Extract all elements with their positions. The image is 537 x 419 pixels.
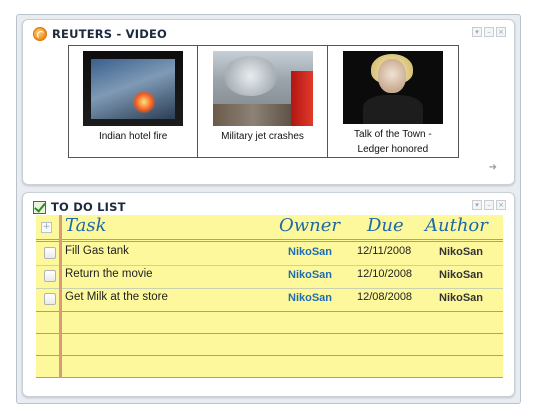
task-due-date: 12/11/2008 <box>357 245 412 257</box>
task-due-date: 12/10/2008 <box>357 268 413 280</box>
video-item-jet-crash[interactable]: Military jet crashes <box>198 46 328 157</box>
video-thumbnail[interactable] <box>342 51 443 124</box>
column-header-due: Due <box>367 215 404 236</box>
table-row: Return the movie NikoSan 12/10/2008 Niko… <box>36 265 503 288</box>
task-author: NikoSan <box>439 269 484 281</box>
column-header-owner: Owner <box>279 215 341 236</box>
task-checkbox[interactable] <box>44 270 56 282</box>
widget-close-icon[interactable]: × <box>496 27 506 37</box>
widget-menu-icon[interactable]: ▾ <box>472 27 482 37</box>
reuters-video-widget: REUTERS - VIDEO ▾ – × Indian hotel fire … <box>22 19 515 185</box>
widget-minimize-icon[interactable]: – <box>484 27 494 37</box>
video-thumbnail[interactable] <box>212 51 313 126</box>
todo-widget-header: TO DO LIST <box>33 200 126 214</box>
widget-menu-icon[interactable]: ▾ <box>472 200 482 210</box>
task-author: NikoSan <box>439 246 484 258</box>
reuters-widget-controls: ▾ – × <box>472 27 506 37</box>
todo-header-row: + Task Owner Due Author <box>36 215 503 239</box>
add-task-button[interactable]: + <box>41 222 52 233</box>
task-checkbox[interactable] <box>44 247 56 259</box>
video-thumbnail[interactable] <box>83 51 184 126</box>
reuters-widget-title: REUTERS - VIDEO <box>52 27 168 41</box>
video-strip: Indian hotel fire Military jet crashes T… <box>68 45 459 158</box>
task-owner: NikoSan <box>288 269 333 281</box>
column-header-author: Author <box>425 215 488 236</box>
todo-widget-title: TO DO LIST <box>51 200 126 214</box>
task-name[interactable]: Get Milk at the store <box>65 291 168 303</box>
next-arrow-icon[interactable]: ➜ <box>489 162 497 173</box>
checkmark-icon <box>33 200 46 214</box>
task-owner: NikoSan <box>288 292 333 304</box>
widget-minimize-icon[interactable]: – <box>484 200 494 210</box>
video-caption[interactable]: Military jet crashes <box>217 129 308 144</box>
table-row: Get Milk at the store NikoSan 12/08/2008… <box>36 288 503 311</box>
video-item-talk-of-town[interactable]: Talk of the Town - Ledger honored <box>328 46 458 157</box>
task-owner: NikoSan <box>288 246 333 258</box>
notepad-margin-line <box>59 215 62 378</box>
video-caption[interactable]: Indian hotel fire <box>95 129 171 144</box>
todo-widget: TO DO LIST ▾ – × + Task Owner Due Author… <box>22 192 515 397</box>
todo-notepad: + Task Owner Due Author Fill Gas tank Ni… <box>36 215 503 378</box>
video-item-hotel-fire[interactable]: Indian hotel fire <box>69 46 199 157</box>
todo-widget-controls: ▾ – × <box>472 200 506 210</box>
task-due-date: 12/08/2008 <box>357 291 413 303</box>
task-name[interactable]: Fill Gas tank <box>65 245 129 257</box>
rss-feed-icon <box>33 27 47 41</box>
task-name[interactable]: Return the movie <box>65 268 153 280</box>
video-caption[interactable]: Talk of the Town - Ledger honored <box>350 127 436 157</box>
widget-close-icon[interactable]: × <box>496 200 506 210</box>
reuters-widget-header: REUTERS - VIDEO <box>33 27 167 41</box>
column-header-task: Task <box>65 215 107 236</box>
task-author: NikoSan <box>439 292 484 304</box>
table-row: Fill Gas tank NikoSan 12/11/2008 NikoSan <box>36 242 503 265</box>
task-checkbox[interactable] <box>44 293 56 305</box>
